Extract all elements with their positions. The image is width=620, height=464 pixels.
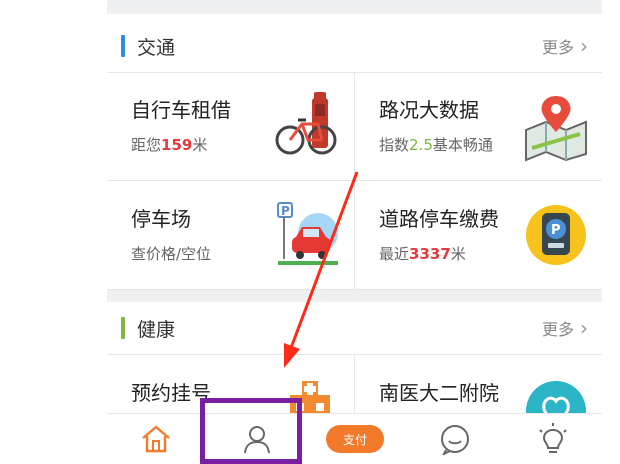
bike-rental-icon — [275, 92, 337, 155]
map-pin-icon — [525, 96, 587, 162]
tab-pay-label: 支付 — [342, 432, 367, 447]
service-card-parking-lot[interactable]: 停车场 查价格/空位 P — [107, 181, 354, 289]
top-divider — [107, 0, 602, 14]
chevron-right-icon: › — [580, 34, 588, 58]
card-subtitle: 最近3337米 — [379, 245, 466, 263]
svg-text:P: P — [551, 223, 561, 238]
bottom-tab-bar: 支付 — [107, 413, 602, 464]
tab-chat[interactable] — [420, 414, 490, 464]
card-title: 停车场 — [131, 207, 191, 231]
service-card-traffic-data[interactable]: 路况大数据 指数2.5基本畅通 — [355, 72, 602, 180]
card-title: 自行车租借 — [131, 98, 231, 122]
section-accent-bar — [121, 35, 125, 57]
card-subtitle: 查价格/空位 — [131, 245, 212, 263]
section-separator — [107, 290, 602, 302]
section-title: 交通 — [137, 36, 176, 59]
section-header-health: 健康 更多 › — [107, 302, 602, 354]
service-card-street-parking-payment[interactable]: 道路停车缴费 最近3337米 P — [355, 181, 602, 289]
more-link[interactable]: 更多 › — [542, 20, 588, 72]
home-icon — [142, 425, 170, 453]
lightbulb-icon — [539, 423, 567, 453]
chat-icon — [441, 425, 469, 455]
service-card-bike-rental[interactable]: 自行车租借 距您159米 — [107, 72, 354, 180]
more-link[interactable]: 更多 › — [542, 302, 588, 354]
section-title: 健康 — [137, 318, 176, 341]
section-accent-bar — [121, 317, 125, 339]
tab-ideas[interactable] — [518, 414, 588, 464]
more-label: 更多 — [541, 320, 574, 339]
pay-cloud-icon: 支付 — [326, 425, 384, 453]
card-title: 南医大二附院 — [379, 381, 499, 405]
phone-screen: 交通 更多 › 自行车租借 距您159米 路况大数据 指数2.5基本畅通 停车场… — [107, 0, 602, 464]
card-title: 预约挂号 — [131, 381, 211, 405]
parking-lot-icon: P — [277, 202, 338, 265]
tab-home[interactable] — [121, 414, 191, 464]
svg-text:P: P — [281, 204, 290, 218]
highlight-box — [200, 398, 302, 464]
card-title: 路况大数据 — [379, 98, 479, 122]
parking-meter-icon: P — [526, 205, 586, 265]
card-subtitle: 指数2.5基本畅通 — [379, 136, 493, 154]
chevron-right-icon: › — [580, 316, 588, 340]
more-label: 更多 — [541, 38, 574, 57]
section-header-traffic: 交通 更多 › — [107, 20, 602, 72]
tab-pay[interactable]: 支付 — [320, 414, 390, 464]
card-title: 道路停车缴费 — [379, 207, 499, 231]
card-subtitle: 距您159米 — [131, 136, 208, 154]
